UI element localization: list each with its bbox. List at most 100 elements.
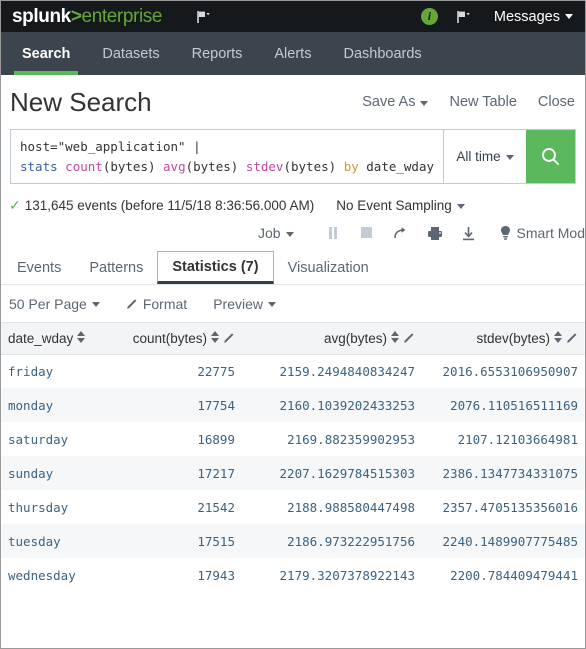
cell-date-wday[interactable]: friday	[1, 354, 114, 388]
event-sampling-label: No Event Sampling	[336, 198, 452, 213]
cell-avg-bytes[interactable]: 2160.1039202433253	[242, 388, 422, 422]
sort-arrows-icon[interactable]	[77, 331, 86, 344]
cell-date-wday[interactable]: sunday	[1, 456, 114, 490]
tab-events[interactable]: Events	[3, 252, 75, 284]
events-summary-row: ✓ 131,645 events (before 11/5/18 8:36:56…	[1, 184, 585, 214]
pencil-icon[interactable]	[403, 332, 415, 344]
logo-enterprise-text: enterprise	[81, 5, 163, 27]
nav-item-reports[interactable]: Reports	[176, 32, 259, 75]
column-label: stdev(bytes)	[476, 330, 550, 346]
search-query-input[interactable]: host="web_application" | stats count(byt…	[11, 130, 443, 183]
stop-button[interactable]	[350, 226, 384, 240]
cell-count-bytes[interactable]: 21542	[114, 490, 242, 524]
export-button[interactable]	[452, 226, 486, 241]
print-button[interactable]	[418, 226, 452, 241]
cell-avg-bytes[interactable]: 2159.2494840834247	[242, 354, 422, 388]
query-token-function-stdev: stdev	[245, 159, 284, 174]
cell-avg-bytes[interactable]: 2169.882359902953	[242, 422, 422, 456]
save-as-button[interactable]: Save As	[362, 94, 429, 110]
tab-visualization[interactable]: Visualization	[274, 252, 383, 284]
column-header-count-bytes[interactable]: count(bytes)	[114, 323, 242, 355]
nav-item-search[interactable]: Search	[6, 32, 86, 75]
cell-count-bytes[interactable]: 17515	[114, 524, 242, 558]
nav-item-datasets[interactable]: Datasets	[86, 32, 175, 75]
event-sampling-menu[interactable]: No Event Sampling	[336, 198, 465, 213]
table-row[interactable]: tuesday 17515 2186.973222951756 2240.148…	[1, 524, 585, 558]
tab-statistics[interactable]: Statistics (7)	[157, 251, 274, 284]
cell-stdev-bytes[interactable]: 2076.110516511169	[422, 388, 585, 422]
cell-date-wday[interactable]: thursday	[1, 490, 114, 524]
flag-icon[interactable]	[195, 10, 210, 24]
cell-count-bytes[interactable]: 16899	[114, 422, 242, 456]
share-button[interactable]	[384, 226, 418, 241]
cell-date-wday[interactable]: saturday	[1, 422, 114, 456]
pause-button[interactable]	[316, 226, 350, 240]
search-query-line-2: stats count(bytes) avg(bytes) stdev(byte…	[20, 157, 434, 177]
pencil-icon[interactable]	[223, 332, 235, 344]
nav-item-alerts[interactable]: Alerts	[258, 32, 327, 75]
cell-stdev-bytes[interactable]: 2200.784409479441	[422, 558, 585, 592]
share-icon	[394, 226, 406, 238]
cell-date-wday[interactable]: monday	[1, 388, 114, 422]
logo-gt-text: >	[70, 5, 82, 27]
cell-count-bytes[interactable]: 17754	[114, 388, 242, 422]
table-row[interactable]: sunday 17217 2207.1629784515303 2386.134…	[1, 456, 585, 490]
app-nav: Search Datasets Reports Alerts Dashboard…	[1, 32, 585, 75]
sort-arrows-icon[interactable]	[211, 331, 219, 344]
time-range-label: All time	[456, 149, 501, 164]
pencil-icon[interactable]	[566, 332, 578, 344]
cell-date-wday[interactable]: wednesday	[1, 558, 114, 592]
messages-menu[interactable]: Messages	[494, 9, 573, 25]
job-label: Job	[257, 225, 281, 241]
cell-stdev-bytes[interactable]: 2240.1489907775485	[422, 524, 585, 558]
cell-avg-bytes[interactable]: 2188.988580447498	[242, 490, 422, 524]
cell-stdev-bytes[interactable]: 2016.6553106950907	[422, 354, 585, 388]
column-header-date-wday[interactable]: date_wday	[1, 323, 114, 355]
sort-arrows-icon[interactable]	[554, 331, 562, 344]
run-search-button[interactable]	[526, 130, 575, 183]
cell-count-bytes[interactable]: 22775	[114, 354, 242, 388]
time-range-picker[interactable]: All time	[443, 130, 526, 183]
top-bar: splunk > enterprise i Messages	[1, 1, 585, 32]
chevron-down-icon	[505, 155, 514, 160]
cell-count-bytes[interactable]: 17217	[114, 456, 242, 490]
table-row[interactable]: wednesday 17943 2179.3207378922143 2200.…	[1, 558, 585, 592]
search-query-line-1: host="web_application" |	[20, 139, 201, 154]
cell-date-wday[interactable]: tuesday	[1, 524, 114, 558]
cell-count-bytes[interactable]: 17943	[114, 558, 242, 592]
table-row[interactable]: saturday 16899 2169.882359902953 2107.12…	[1, 422, 585, 456]
sort-arrows-icon[interactable]	[391, 331, 399, 344]
search-mode-selector[interactable]: Smart Mod	[500, 225, 585, 241]
flag-icon-secondary[interactable]	[455, 10, 470, 24]
nav-item-dashboards[interactable]: Dashboards	[327, 32, 437, 75]
job-menu[interactable]: Job	[258, 225, 294, 241]
job-toolbar: Job Smart Mod	[1, 214, 585, 252]
per-page-selector[interactable]: 50 Per Page	[9, 296, 100, 312]
info-glyph: i	[427, 9, 432, 23]
nav-label: Reports	[191, 45, 243, 62]
cell-stdev-bytes[interactable]: 2357.4705135356016	[422, 490, 585, 524]
pencil-icon	[126, 298, 138, 310]
cell-avg-bytes[interactable]: 2186.973222951756	[242, 524, 422, 558]
lightbulb-icon	[500, 226, 510, 240]
table-row[interactable]: monday 17754 2160.1039202433253 2076.110…	[1, 388, 585, 422]
nav-label: Search	[22, 45, 71, 62]
tab-patterns[interactable]: Patterns	[75, 252, 157, 284]
table-row[interactable]: thursday 21542 2188.988580447498 2357.47…	[1, 490, 585, 524]
info-circle-icon[interactable]: i	[420, 8, 438, 25]
column-header-avg-bytes[interactable]: avg(bytes)	[242, 323, 422, 355]
search-bar: host="web_application" | stats count(byt…	[10, 129, 576, 184]
format-button[interactable]: Format	[126, 296, 187, 312]
close-button[interactable]: Close	[538, 94, 575, 110]
table-row[interactable]: friday 22775 2159.2494840834247 2016.655…	[1, 354, 585, 388]
preview-selector[interactable]: Preview	[213, 296, 276, 312]
cell-stdev-bytes[interactable]: 2107.12103664981	[422, 422, 585, 456]
new-table-button[interactable]: New Table	[449, 94, 516, 110]
cell-avg-bytes[interactable]: 2179.3207378922143	[242, 558, 422, 592]
results-format-toolbar: 50 Per Page Format Preview	[1, 285, 585, 323]
column-header-stdev-bytes[interactable]: stdev(bytes)	[422, 323, 585, 355]
cell-stdev-bytes[interactable]: 2386.1347734331075	[422, 456, 585, 490]
page-title: New Search	[10, 86, 152, 117]
splunk-logo[interactable]: splunk > enterprise	[12, 6, 162, 28]
cell-avg-bytes[interactable]: 2207.1629784515303	[242, 456, 422, 490]
